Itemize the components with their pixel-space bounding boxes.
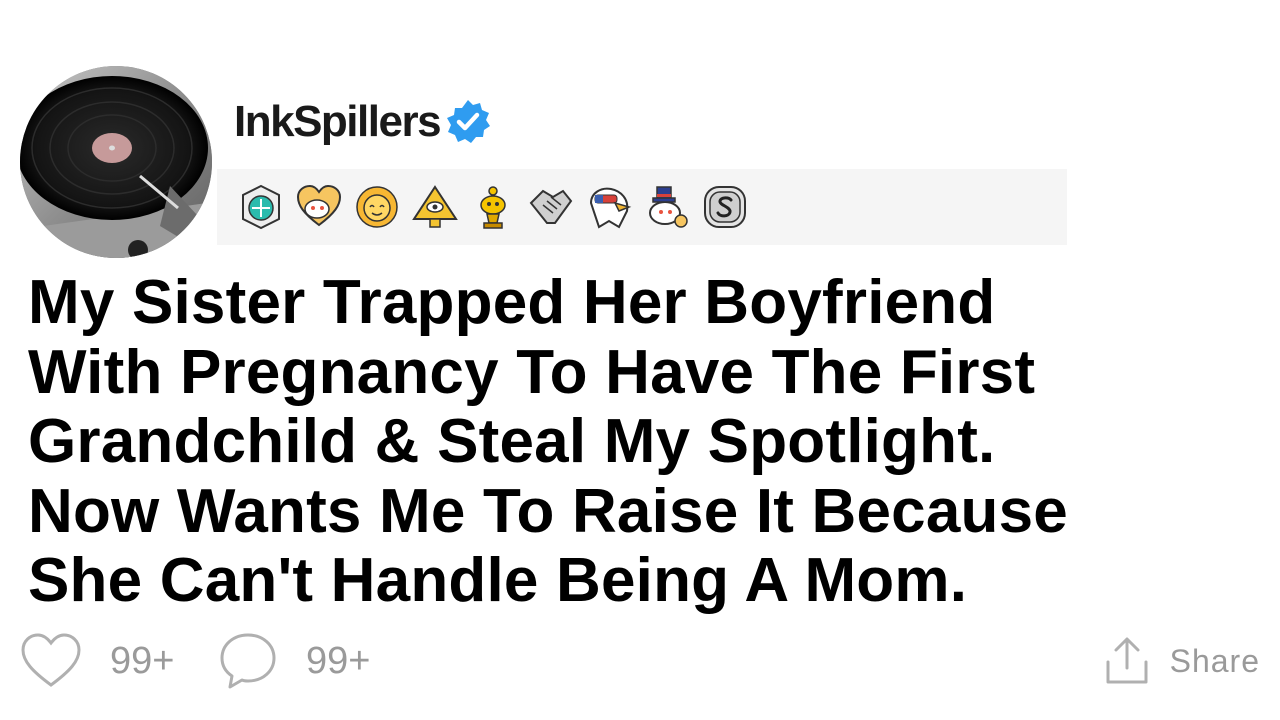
share-upload-icon (1106, 637, 1148, 684)
gold-trophy-award-icon[interactable] (469, 183, 517, 231)
comment-button[interactable]: 99+ (218, 628, 370, 694)
post-title-line: She Can't Handle Being A Mom. (28, 546, 968, 615)
post-actions: 99+ 99+ Share (20, 628, 1260, 694)
snoo-top-hat-award-icon[interactable] (643, 183, 691, 231)
like-button[interactable]: 99+ (20, 628, 174, 694)
comment-bubble-icon (220, 633, 276, 689)
comment-count: 99+ (306, 639, 371, 682)
post-title-line: Now Wants Me To Raise It Because (28, 476, 1068, 546)
happy-sun-award-icon[interactable] (353, 183, 401, 231)
helpful-award-icon[interactable] (237, 183, 285, 231)
like-count: 99+ (110, 639, 175, 682)
silver-coin-award-icon[interactable] (701, 183, 749, 231)
wholesome-heart-award-icon[interactable] (295, 183, 343, 231)
post-title-line: My Sister Trapped Her Boyfriend (28, 268, 996, 337)
author-row: InkSpillers (234, 94, 493, 150)
post-title-line: Grandchild & Steal My Spotlight. (28, 407, 996, 476)
verified-badge-icon (447, 100, 491, 143)
avatar[interactable] (20, 66, 212, 258)
eagle-award-icon[interactable] (585, 183, 633, 231)
heart-icon (21, 633, 81, 687)
share-label: Share (1169, 642, 1260, 679)
illuminati-pyramid-award-icon[interactable] (411, 183, 459, 231)
handshake-award-icon[interactable] (527, 183, 575, 231)
record-player-avatar (20, 66, 212, 258)
share-button[interactable]: Share (1104, 628, 1260, 694)
post-title[interactable]: My Sister Trapped Her Boyfriend With Pre… (28, 268, 1248, 616)
post-title-line: With Pregnancy To Have The First (28, 337, 1036, 407)
username[interactable]: InkSpillers (234, 97, 442, 147)
awards-bar (217, 169, 1067, 245)
